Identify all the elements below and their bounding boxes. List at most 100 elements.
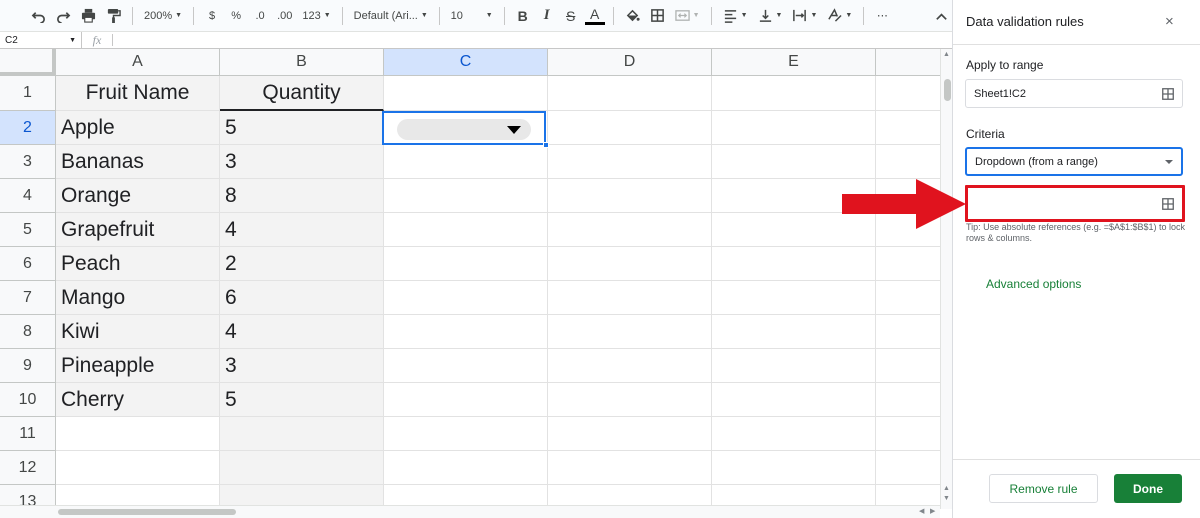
cell[interactable] xyxy=(876,417,940,451)
row-header-12[interactable]: 12 xyxy=(0,451,56,485)
merge-cells-icon[interactable]: ▼ xyxy=(672,5,703,27)
name-box[interactable]: C2 ▼ xyxy=(0,32,82,48)
cell[interactable] xyxy=(548,349,712,383)
column-header-f[interactable] xyxy=(876,49,940,76)
row-header-6[interactable]: 6 xyxy=(0,247,56,281)
cell[interactable] xyxy=(712,349,876,383)
cell[interactable] xyxy=(384,213,548,247)
cell[interactable] xyxy=(548,179,712,213)
column-header-e[interactable]: E xyxy=(712,49,876,76)
cell[interactable] xyxy=(548,383,712,417)
fruit-cell[interactable]: Kiwi xyxy=(56,315,220,349)
quantity-cell[interactable]: 2 xyxy=(220,247,384,281)
cell[interactable] xyxy=(384,247,548,281)
cell[interactable] xyxy=(712,315,876,349)
redo-icon[interactable] xyxy=(53,5,74,27)
text-wrap-icon[interactable]: ▼ xyxy=(789,5,820,27)
cell[interactable] xyxy=(548,213,712,247)
italic-button[interactable]: I xyxy=(537,5,557,27)
quantity-cell[interactable]: 5 xyxy=(220,383,384,417)
percent-button[interactable]: % xyxy=(226,5,246,27)
select-range-icon[interactable] xyxy=(1162,87,1174,100)
cell[interactable] xyxy=(876,451,940,485)
quantity-cell[interactable]: 3 xyxy=(220,145,384,179)
fill-color-icon[interactable] xyxy=(622,5,643,27)
quantity-cell[interactable]: 3 xyxy=(220,349,384,383)
cell[interactable] xyxy=(712,145,876,179)
cell[interactable] xyxy=(712,281,876,315)
cell[interactable] xyxy=(384,451,548,485)
fill-handle[interactable] xyxy=(543,142,549,148)
cell[interactable] xyxy=(876,76,940,111)
fruit-cell[interactable]: Apple xyxy=(56,111,220,145)
align-left-icon[interactable]: ▼ xyxy=(720,5,751,27)
scroll-up-icon[interactable]: ▲ xyxy=(943,485,950,492)
column-header-b[interactable]: B xyxy=(220,49,384,76)
criteria-select[interactable]: Dropdown (from a range) xyxy=(965,147,1183,176)
number-format-select[interactable]: 123 ▼ xyxy=(299,5,333,27)
print-icon[interactable] xyxy=(78,5,99,27)
row-header-7[interactable]: 7 xyxy=(0,281,56,315)
cell[interactable] xyxy=(876,145,940,179)
apply-range-field[interactable]: Sheet1!C2 xyxy=(965,79,1183,108)
column-header-a[interactable]: A xyxy=(56,49,220,76)
increase-decimal-button[interactable]: .00 xyxy=(274,5,295,27)
column-header-c[interactable]: C xyxy=(384,49,548,76)
paint-format-icon[interactable] xyxy=(103,5,124,27)
cell[interactable] xyxy=(56,417,220,451)
vertical-scrollbar[interactable]: ▲ ▲ ▼ xyxy=(940,49,952,509)
quantity-cell[interactable]: 5 xyxy=(220,111,384,145)
quantity-cell[interactable]: 4 xyxy=(220,213,384,247)
cell[interactable] xyxy=(384,383,548,417)
cell[interactable] xyxy=(548,247,712,281)
collapse-toolbar-icon[interactable] xyxy=(931,5,952,27)
fruit-cell[interactable]: Cherry xyxy=(56,383,220,417)
cell[interactable] xyxy=(384,349,548,383)
done-button[interactable]: Done xyxy=(1114,474,1182,503)
zoom-select[interactable]: 200% ▼ xyxy=(141,5,185,27)
remove-rule-button[interactable]: Remove rule xyxy=(989,474,1098,503)
quantity-cell[interactable]: 8 xyxy=(220,179,384,213)
vertical-align-icon[interactable]: ▼ xyxy=(755,5,786,27)
cell[interactable] xyxy=(876,315,940,349)
fruit-cell[interactable]: Pineapple xyxy=(56,349,220,383)
font-select[interactable]: Default (Ari... ▼ xyxy=(351,5,431,27)
row-header-9[interactable]: 9 xyxy=(0,349,56,383)
row-header-2[interactable]: 2 xyxy=(0,111,56,145)
fruit-cell[interactable]: Bananas xyxy=(56,145,220,179)
cell[interactable] xyxy=(712,111,876,145)
row-header-1[interactable]: 1 xyxy=(0,76,56,111)
cell[interactable] xyxy=(712,76,876,111)
row-header-8[interactable]: 8 xyxy=(0,315,56,349)
text-rotation-icon[interactable]: ▼ xyxy=(824,5,855,27)
select-all-corner[interactable] xyxy=(0,49,56,76)
advanced-options-link[interactable]: Advanced options xyxy=(986,277,1081,291)
vertical-scroll-thumb[interactable] xyxy=(944,79,951,101)
cell[interactable] xyxy=(712,247,876,281)
scroll-right-icon[interactable]: ▶ xyxy=(930,507,935,515)
font-size-select[interactable]: 10 ▼ xyxy=(448,5,496,27)
header-cell-fruit-name[interactable]: Fruit Name xyxy=(56,76,220,111)
cell[interactable] xyxy=(220,417,384,451)
cell[interactable] xyxy=(548,315,712,349)
undo-icon[interactable] xyxy=(28,5,49,27)
text-color-button[interactable]: A xyxy=(584,7,605,25)
cell[interactable] xyxy=(548,111,712,145)
horizontal-scrollbar[interactable]: ◀ ▶ xyxy=(0,505,940,518)
cell[interactable] xyxy=(548,76,712,111)
scroll-left-icon[interactable]: ◀ xyxy=(919,507,924,515)
cell[interactable] xyxy=(548,281,712,315)
quantity-cell[interactable]: 6 xyxy=(220,281,384,315)
cell[interactable] xyxy=(384,179,548,213)
cell[interactable] xyxy=(384,145,548,179)
row-header-10[interactable]: 10 xyxy=(0,383,56,417)
cell[interactable] xyxy=(384,76,548,111)
borders-icon[interactable] xyxy=(647,5,668,27)
scroll-down-icon[interactable]: ▼ xyxy=(943,495,950,502)
row-header-3[interactable]: 3 xyxy=(0,145,56,179)
cell[interactable] xyxy=(876,281,940,315)
currency-button[interactable]: $ xyxy=(202,5,222,27)
select-range-icon[interactable] xyxy=(1162,197,1174,210)
cell[interactable] xyxy=(876,383,940,417)
cell[interactable] xyxy=(548,145,712,179)
